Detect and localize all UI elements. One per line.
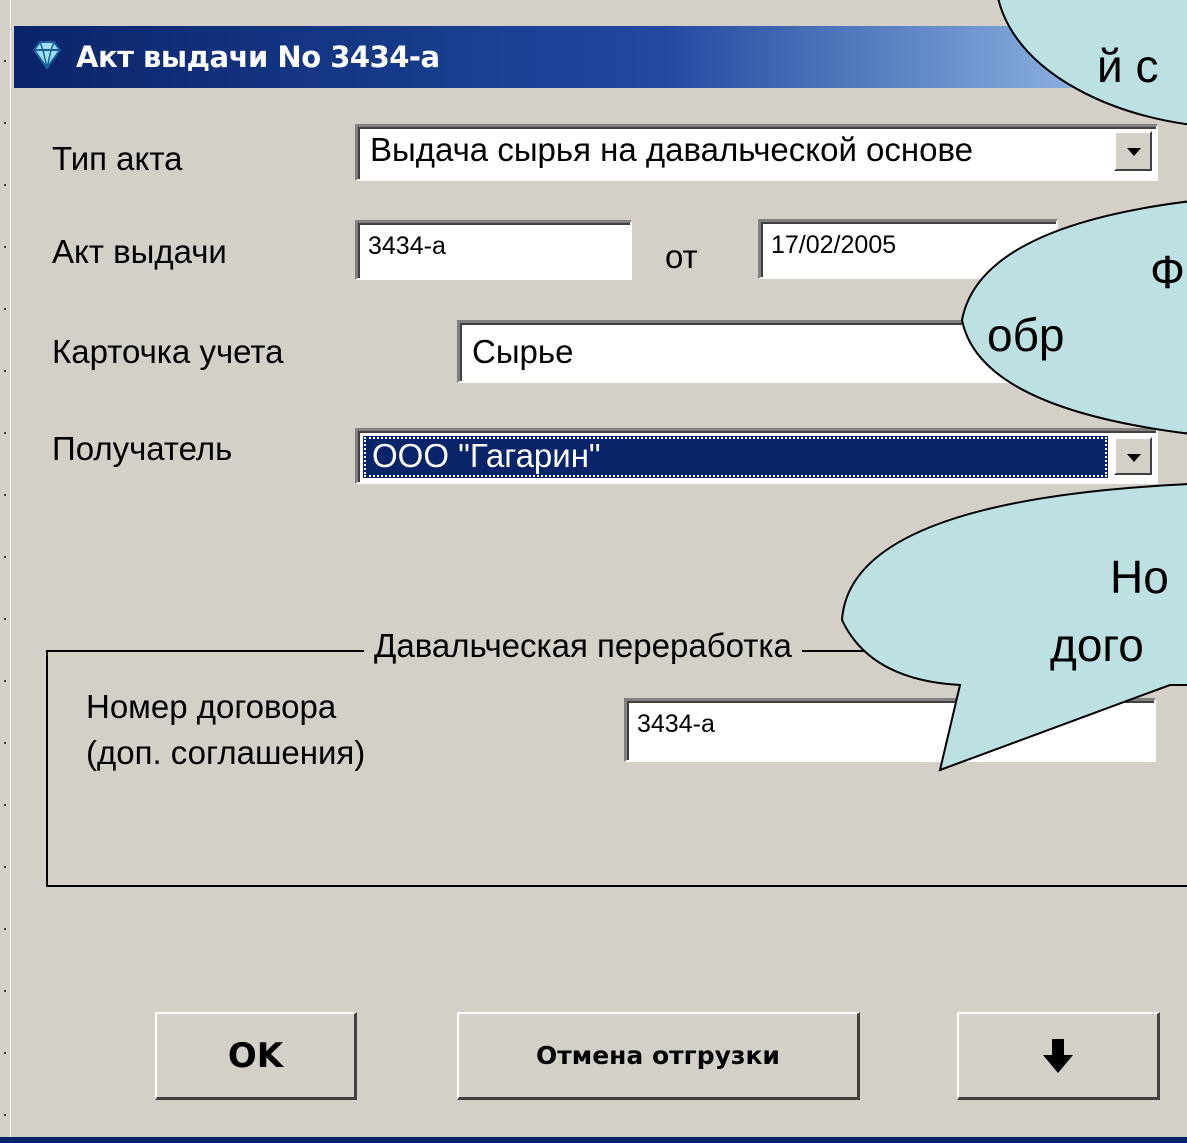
contract-number-label: Номер договора bbox=[86, 688, 337, 725]
date-from-label: от bbox=[665, 238, 698, 275]
window-bottom-border bbox=[0, 1137, 1187, 1143]
window-title: Акт выдачи No 3434-а bbox=[76, 40, 440, 74]
act-number-field[interactable]: 3434-а bbox=[355, 220, 632, 280]
callout-bottom-text-2: дого bbox=[1050, 619, 1144, 671]
recipient-dropdown-button[interactable] bbox=[1114, 437, 1152, 475]
card-field[interactable]: Сырье bbox=[457, 320, 1017, 383]
callout-bottom-text-1: Но bbox=[1110, 551, 1169, 603]
cancel-shipment-label: Отмена отгрузки bbox=[536, 1041, 780, 1070]
down-arrow-button[interactable] bbox=[957, 1012, 1160, 1100]
cancel-shipment-button[interactable]: Отмена отгрузки bbox=[457, 1012, 860, 1100]
ok-button[interactable]: OK bbox=[155, 1012, 357, 1100]
act-number-label: Акт выдачи bbox=[52, 233, 227, 270]
down-arrow-icon bbox=[1043, 1038, 1073, 1073]
callout-bottom: Но дого bbox=[840, 480, 1187, 780]
act-type-label: Тип акта bbox=[52, 140, 183, 177]
ok-button-label: OK bbox=[227, 1035, 284, 1076]
card-label: Карточка учета bbox=[52, 333, 284, 370]
callout-top-text: й с bbox=[1097, 40, 1159, 92]
callout-top: й с bbox=[990, 0, 1187, 160]
diamond-icon bbox=[32, 41, 62, 70]
callout-middle-text-2: обр bbox=[987, 309, 1065, 361]
callout-middle-text-1: Ф bbox=[1150, 246, 1185, 298]
dialog-window: Акт выдачи No 3434-а Тип акта Выдача сыр… bbox=[0, 0, 1187, 1143]
callout-middle: Ф обр bbox=[960, 195, 1187, 440]
recipient-value: ООО "Гагарин" bbox=[372, 437, 601, 474]
act-type-value: Выдача сырья на давальческой основе bbox=[370, 131, 973, 168]
act-number-value: 3434-а bbox=[368, 232, 446, 260]
card-value: Сырье bbox=[472, 333, 574, 370]
groupbox-legend: Давальческая переработка bbox=[364, 627, 802, 665]
recipient-label: Получатель bbox=[52, 430, 233, 467]
contract-number-value: 3434-а bbox=[637, 710, 715, 738]
act-date-value: 17/02/2005 bbox=[771, 231, 897, 259]
contract-number-label-sub: (доп. соглашения) bbox=[86, 734, 366, 771]
window-left-border bbox=[0, 0, 11, 1143]
